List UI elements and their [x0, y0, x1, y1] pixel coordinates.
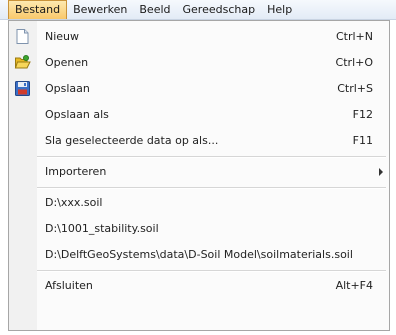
shortcut-label: F12 — [352, 108, 373, 121]
menu-item-label: Afsluiten — [45, 279, 93, 292]
shortcut-label: Ctrl+O — [335, 56, 373, 69]
menu-bar: Bestand Bewerken Beeld Gereedschap Help — [0, 0, 396, 20]
menu-item-open[interactable]: Openen Ctrl+O — [9, 50, 389, 75]
open-folder-icon — [14, 54, 31, 71]
menu-item-save[interactable]: Opslaan Ctrl+S — [9, 76, 389, 101]
chevron-right-icon — [379, 168, 383, 176]
menu-separator — [37, 187, 386, 189]
menu-separator — [37, 270, 386, 272]
menu-item-label: Opslaan — [45, 82, 90, 95]
menu-help[interactable]: Help — [261, 0, 298, 19]
menu-item-import[interactable]: Importeren — [9, 159, 389, 184]
menu-item-label: Openen — [45, 56, 89, 69]
shortcut-label: F11 — [352, 134, 373, 147]
recent-file-label: D:\xxx.soil — [45, 196, 103, 209]
menu-separator — [37, 156, 386, 158]
new-document-icon — [14, 28, 31, 45]
shortcut-label: Alt+F4 — [335, 279, 373, 292]
menu-bewerken[interactable]: Bewerken — [67, 0, 133, 19]
menu-item-save-selected[interactable]: Sla geselecteerde data op als... F11 — [9, 128, 389, 153]
save-disk-icon — [14, 80, 31, 97]
bestand-dropdown: Nieuw Ctrl+N Openen Ctrl+O Opslaan Ctrl+… — [8, 20, 390, 331]
menu-bestand[interactable]: Bestand — [8, 0, 68, 19]
recent-file-item[interactable]: D:\xxx.soil — [9, 190, 389, 215]
menu-item-label: Opslaan als — [45, 108, 109, 121]
menu-item-label: Sla geselecteerde data op als... — [45, 134, 219, 147]
recent-file-label: D:\DelftGeoSystems\data\D-Soil Model\soi… — [45, 248, 353, 261]
recent-file-item[interactable]: D:\DelftGeoSystems\data\D-Soil Model\soi… — [9, 242, 389, 267]
menu-item-new[interactable]: Nieuw Ctrl+N — [9, 24, 389, 49]
menu-item-exit[interactable]: Afsluiten Alt+F4 — [9, 273, 389, 298]
menu-gereedschap[interactable]: Gereedschap — [177, 0, 262, 19]
menu-beeld[interactable]: Beeld — [133, 0, 176, 19]
menu-item-save-as[interactable]: Opslaan als F12 — [9, 102, 389, 127]
recent-file-item[interactable]: D:\1001_stability.soil — [9, 216, 389, 241]
menu-item-label: Nieuw — [45, 30, 80, 43]
menu-item-label: Importeren — [45, 165, 107, 178]
recent-file-label: D:\1001_stability.soil — [45, 222, 159, 235]
shortcut-label: Ctrl+N — [335, 30, 373, 43]
shortcut-label: Ctrl+S — [337, 82, 373, 95]
